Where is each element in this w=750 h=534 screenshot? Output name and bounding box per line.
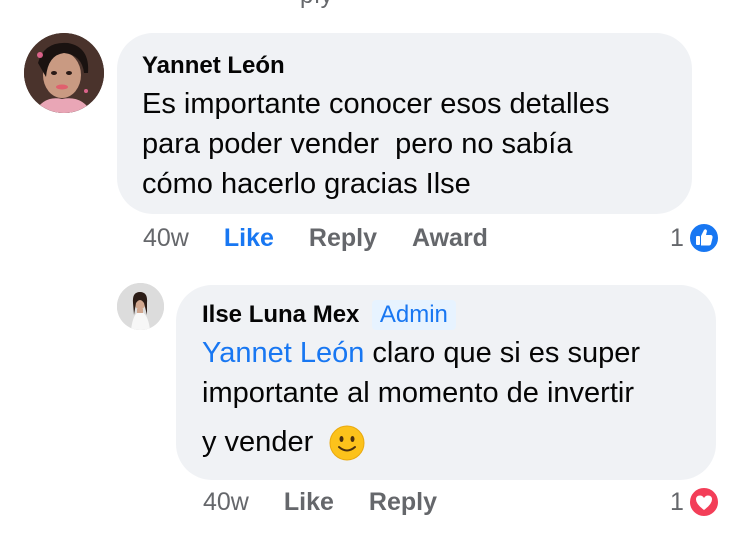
reaction-count: 1: [670, 223, 684, 252]
reply-button[interactable]: Reply: [369, 488, 437, 517]
reaction-count: 1: [670, 487, 684, 516]
comment-bubble: Ilse Luna Mex Admin Yannet León claro qu…: [176, 285, 716, 480]
timestamp[interactable]: 40w: [203, 488, 249, 517]
like-button[interactable]: Like: [224, 224, 274, 253]
love-icon: [687, 486, 720, 518]
reply-button[interactable]: Reply: [309, 224, 377, 253]
like-icon: [687, 222, 720, 254]
admin-badge: Admin: [371, 300, 456, 330]
reaction-summary[interactable]: 1: [670, 222, 720, 254]
comment-text: Yannet León claro que si es super import…: [202, 333, 692, 462]
comment-text: Es importante conocer esos detalles para…: [142, 84, 666, 204]
avatar[interactable]: [24, 33, 104, 113]
comment-bubble: Yannet León Es importante conocer esos d…: [117, 33, 692, 214]
comment-actions: 40w Like Reply Award: [143, 224, 523, 253]
like-button[interactable]: Like: [284, 488, 334, 517]
comment-author[interactable]: Ilse Luna Mex: [202, 301, 359, 329]
comment-text-line: importante al momento de invertir: [202, 377, 634, 409]
avatar[interactable]: [117, 283, 164, 330]
cut-off-text: ply: [300, 0, 334, 10]
comment-text-line: para poder vender pero no sabía: [142, 128, 573, 160]
comment-text-part: claro que si es super: [372, 337, 640, 369]
comment-text-line: Yannet León claro que si es super: [202, 333, 692, 373]
comment-actions: 40w Like Reply: [203, 488, 472, 517]
slightly-smiling-face-icon: [329, 425, 365, 461]
comment-author[interactable]: Yannet León: [142, 52, 285, 80]
comment-text-line: y vender: [202, 422, 692, 462]
comment-text-line: cómo hacerlo gracias Ilse: [142, 168, 471, 200]
reaction-summary[interactable]: 1: [670, 486, 720, 518]
comment-text-line: Es importante conocer esos detalles: [142, 88, 610, 120]
award-button[interactable]: Award: [412, 224, 488, 253]
comment-text-part: y vender: [202, 426, 314, 458]
timestamp[interactable]: 40w: [143, 224, 189, 253]
mention-link[interactable]: Yannet León: [202, 337, 364, 369]
